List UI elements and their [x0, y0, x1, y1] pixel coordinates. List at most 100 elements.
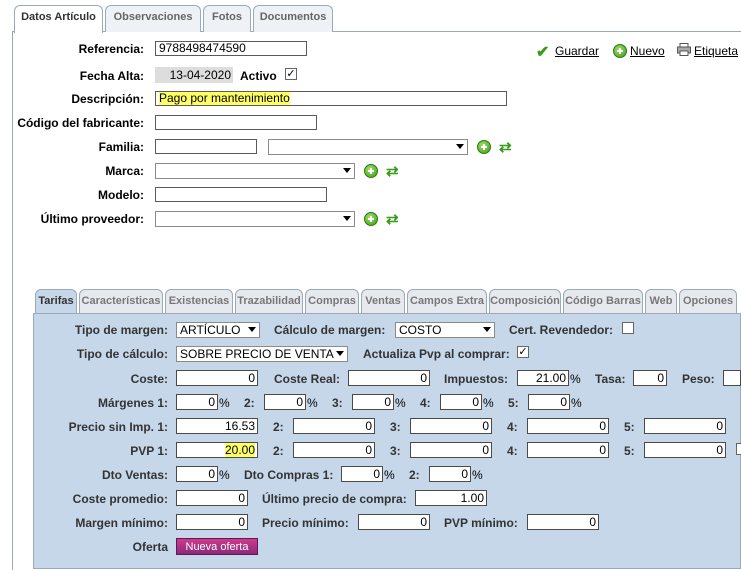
dto-ventas-field[interactable]: 0	[176, 466, 218, 482]
pvp-5-field[interactable]: 0	[644, 442, 726, 458]
margen-2-label: 2:	[244, 396, 255, 410]
tab-fotos[interactable]: Fotos	[203, 5, 251, 32]
new-offer-button[interactable]: Nueva oferta	[176, 538, 258, 555]
precio-sin-4-field[interactable]: 0	[527, 418, 609, 434]
tasa-field[interactable]: 0	[633, 370, 667, 386]
oferta-label: Oferta	[132, 540, 168, 554]
descripcion-label: Descripción:	[71, 92, 144, 106]
refresh-marca-icon[interactable]: ⇄	[386, 162, 399, 180]
dto-compras-2-field[interactable]: 0	[429, 466, 471, 482]
margen-2-field[interactable]: 0	[264, 394, 306, 410]
pvp-1-value: 20.00	[224, 443, 255, 457]
labels-button[interactable]: Etiqueta	[694, 44, 738, 58]
checkmark-icon[interactable]: ✔	[536, 42, 549, 62]
activo-label: Activo	[240, 69, 277, 83]
subtab-opciones[interactable]: Opciones	[679, 289, 737, 313]
subtab-tarifas[interactable]: Tarifas	[35, 289, 77, 315]
add-marca-icon[interactable]	[364, 164, 378, 178]
codigo-fabricante-field[interactable]	[155, 115, 317, 130]
familia-label: Familia:	[98, 140, 144, 154]
tipo-calculo-label: Tipo de cálculo:	[76, 347, 168, 361]
coste-real-field[interactable]: 0	[348, 370, 430, 386]
modelo-label: Modelo:	[98, 188, 144, 202]
descripcion-text: Pago por mantenimiento	[159, 91, 290, 105]
impuestos-field[interactable]: 21.00	[517, 370, 569, 386]
subtab-ventas[interactable]: Ventas	[361, 289, 405, 313]
descripcion-field[interactable]: Pago por mantenimiento	[155, 91, 507, 106]
tipo-calculo-select[interactable]: SOBRE PRECIO DE VENTA	[176, 346, 348, 362]
margen-4-pct: %	[483, 396, 494, 410]
referencia-field[interactable]: 9788498474590	[155, 41, 307, 56]
precio-minimo-field[interactable]: 0	[358, 514, 430, 530]
refresh-proveedor-icon[interactable]: ⇄	[386, 210, 399, 228]
tab-datos-articulo[interactable]: Datos Artículo	[14, 5, 103, 33]
precio-sin-5-field[interactable]: 0	[644, 418, 726, 434]
dto-ventas-pct: %	[219, 468, 230, 482]
actualiza-pvp-label: Actualiza Pvp al comprar:	[363, 347, 510, 361]
subtab-existencias[interactable]: Existencias	[165, 289, 233, 313]
tab-documentos[interactable]: Documentos	[253, 5, 333, 32]
pvp-3-field[interactable]: 0	[410, 442, 492, 458]
precio-sin-imp-label: Precio sin Imp. 1:	[68, 420, 168, 434]
margen-1-pct: %	[219, 396, 230, 410]
coste-field[interactable]: 0	[176, 370, 258, 386]
impuestos-label: Impuestos:	[444, 372, 509, 386]
add-familia-icon[interactable]	[477, 140, 491, 154]
tipo-margen-select[interactable]: ARTÍCULO	[176, 322, 260, 338]
calculo-margen-select[interactable]: COSTO	[395, 322, 495, 338]
precio-sin-2-field[interactable]: 0	[293, 418, 375, 434]
pvp-4-field[interactable]: 0	[527, 442, 609, 458]
dto-compras-2-pct: %	[472, 468, 483, 482]
margen-1-field[interactable]: 0	[176, 394, 218, 410]
precio-sin-3-field[interactable]: 0	[410, 418, 492, 434]
margen-5-field[interactable]: 0	[528, 394, 570, 410]
refresh-familia-icon[interactable]: ⇄	[499, 138, 512, 156]
margen-5-label: 5:	[508, 396, 519, 410]
marca-label: Marca:	[105, 164, 144, 178]
subtab-codigo-barras[interactable]: Código Barras	[563, 289, 643, 313]
codigo-fabricante-label: Código del fabricante:	[17, 116, 144, 130]
pvp-5-label: 5:	[624, 444, 635, 458]
familia-field[interactable]	[155, 139, 257, 154]
subtab-campos-extra[interactable]: Campos Extra	[407, 289, 487, 313]
pvp-extra-checkbox[interactable]	[736, 443, 741, 455]
subtab-web[interactable]: Web	[645, 289, 677, 313]
margen-3-field[interactable]: 0	[352, 394, 394, 410]
subtab-trazabilidad[interactable]: Trazabilidad	[235, 289, 303, 313]
dto-ventas-label: Dto Ventas:	[101, 468, 168, 482]
familia-select[interactable]	[268, 139, 468, 155]
new-button[interactable]: Nuevo	[630, 44, 665, 58]
precio-sin-1-field[interactable]: 16.53	[176, 418, 258, 434]
cert-revendedor-checkbox[interactable]	[622, 322, 634, 334]
ultimo-precio-label: Último precio de compra:	[262, 492, 407, 506]
pvp-2-field[interactable]: 0	[293, 442, 375, 458]
cert-revendedor-label: Cert. Revendedor:	[509, 323, 614, 337]
subtab-compras[interactable]: Compras	[305, 289, 359, 313]
activo-checkbox[interactable]: ✓	[285, 68, 297, 80]
pvp-minimo-field[interactable]: 0	[527, 514, 599, 530]
modelo-field[interactable]	[155, 187, 327, 202]
coste-promedio-field[interactable]: 0	[176, 490, 248, 506]
subtab-composicion[interactable]: Composición	[489, 289, 561, 313]
add-icon[interactable]	[613, 44, 627, 58]
margen-minimo-field[interactable]: 0	[176, 514, 248, 530]
ultimo-precio-field[interactable]: 1.00	[415, 490, 487, 506]
margen-2-pct: %	[307, 396, 318, 410]
actualiza-pvp-checkbox[interactable]: ✓	[517, 346, 529, 358]
add-proveedor-icon[interactable]	[364, 212, 378, 226]
subtab-caracteristicas[interactable]: Características	[79, 289, 163, 313]
dto-compras-label: Dto Compras 1:	[244, 468, 334, 482]
peso-field[interactable]	[723, 370, 741, 386]
printer-icon[interactable]	[677, 43, 691, 56]
save-button[interactable]: Guardar	[555, 44, 599, 58]
precio-sin-3-label: 3:	[390, 420, 401, 434]
precio-sin-2-label: 2:	[273, 420, 284, 434]
proveedor-select[interactable]	[155, 211, 355, 227]
dto-compras-1-field[interactable]: 0	[341, 466, 383, 482]
margen-4-field[interactable]: 0	[440, 394, 482, 410]
referencia-label: Referencia:	[78, 42, 144, 56]
marca-select[interactable]	[155, 163, 355, 179]
pvp-1-field[interactable]: 20.00	[176, 442, 258, 458]
coste-real-label: Coste Real:	[274, 372, 341, 386]
tab-observaciones[interactable]: Observaciones	[105, 5, 201, 32]
